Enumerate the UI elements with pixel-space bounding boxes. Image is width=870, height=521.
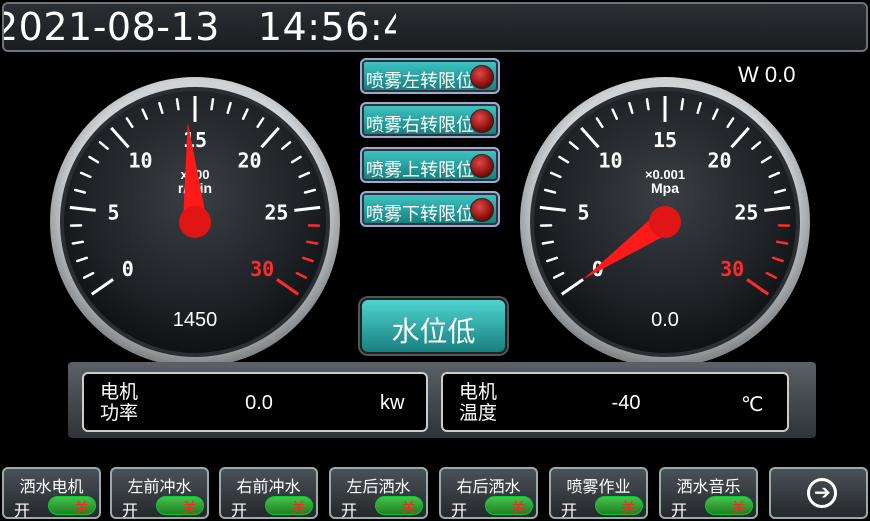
toggle-rear-right-spray[interactable]: 右后洒水 开 关: [439, 467, 538, 520]
gauge-tick-label: 20: [707, 149, 731, 173]
toggle-on-label: 开: [14, 501, 31, 520]
limit-spray-right[interactable]: 喷雾右转限位: [360, 102, 500, 138]
toggle-switch[interactable]: 关: [375, 496, 423, 517]
toggle-switch[interactable]: 关: [265, 496, 313, 517]
motor-temp-value: -40: [611, 392, 641, 414]
gauge-tick-label: 30: [250, 257, 274, 281]
gauge-minor-tick: [776, 240, 789, 245]
gauge-tick-label: 10: [598, 149, 622, 173]
toggle-on-label: 开: [341, 501, 358, 520]
pressure-gauge: 051015202530×0.001Mpa0.0: [519, 76, 811, 368]
datetime-display: 2021-08-13 14:56:40: [4, 7, 396, 47]
next-page-button[interactable]: ➔: [769, 467, 868, 519]
status-led-icon: [470, 109, 494, 133]
water-level-low-button[interactable]: 水位低: [360, 298, 507, 354]
toggle-front-right-flush[interactable]: 右前冲水 开 关: [219, 467, 318, 520]
gauge-tick-label: 20: [237, 149, 261, 173]
motor-power-name: 电机 功率: [100, 382, 138, 424]
gauge-readout: 0.0: [651, 309, 679, 331]
gauge-hub: [649, 206, 681, 238]
gauge-tick-label: 25: [734, 200, 758, 224]
toggle-rear-left-spray[interactable]: 左后洒水 开 关: [329, 467, 428, 520]
gauge-minor-tick: [645, 98, 650, 111]
toggle-off-label: 关: [290, 499, 306, 517]
time-text: 14:56:40: [257, 7, 396, 47]
toggle-front-left-flush[interactable]: 左前冲水 开 关: [110, 467, 209, 520]
toggle-title: 左前冲水: [127, 477, 192, 496]
limit-spray-left[interactable]: 喷雾左转限位: [360, 58, 500, 94]
toggle-off-label: 关: [181, 499, 197, 517]
toggle-title: 左后洒水: [346, 477, 411, 496]
motor-power-name-line2: 功率: [100, 402, 139, 424]
arrow-right-circle-icon: ➔: [807, 478, 837, 508]
gauge-minor-tick: [306, 240, 319, 245]
toggle-title: 喷雾作业: [566, 477, 631, 496]
toggle-off-label: 关: [400, 499, 416, 517]
gauge-minor-tick: [210, 98, 215, 111]
toggle-switch[interactable]: 关: [705, 496, 753, 517]
status-led-icon: [470, 198, 494, 222]
motor-power-name-line1: 电机: [100, 381, 139, 403]
toggle-switch[interactable]: 关: [48, 496, 96, 517]
toggle-title: 右前冲水: [236, 477, 301, 496]
toggle-off-label: 关: [620, 499, 636, 517]
gauge-tick-label: 0: [122, 257, 134, 281]
toggle-on-label: 开: [231, 501, 248, 520]
gauge-minor-tick: [680, 98, 685, 111]
toggle-switch[interactable]: 关: [595, 496, 643, 517]
water-level-label: 水位低: [391, 315, 476, 348]
gauge-minor-tick: [175, 98, 180, 111]
toggle-sprinkler-music[interactable]: 洒水音乐 开 关: [659, 467, 758, 520]
gauge-minor-tick: [541, 240, 554, 245]
gauge-tick-label: 25: [264, 200, 288, 224]
gauge-tick-label: 5: [108, 200, 120, 224]
toggle-title: 洒水音乐: [676, 477, 741, 496]
limit-spray-down[interactable]: 喷雾下转限位: [360, 191, 500, 227]
limit-label: 喷雾上转限位: [366, 160, 474, 181]
gauge-readout: 1450: [173, 309, 218, 331]
motor-temp-name: 电机 温度: [459, 382, 497, 424]
gauge-tick-label: 15: [653, 128, 677, 152]
toggle-title: 洒水电机: [19, 477, 84, 496]
motor-power-value: 0.0: [245, 392, 273, 414]
limit-label: 喷雾下转限位: [366, 204, 474, 225]
motor-temp-name-line2: 温度: [459, 402, 498, 424]
header-bar: 2021-08-13 14:56:40: [2, 2, 868, 52]
gauge-hub: [179, 206, 211, 238]
toggle-off-label: 关: [730, 499, 746, 517]
toggle-switch[interactable]: 关: [485, 496, 533, 517]
toggle-spray-operation[interactable]: 喷雾作业 开 关: [549, 467, 648, 520]
gauge-unit-line2: Mpa: [651, 180, 679, 196]
toggle-off-label: 关: [73, 499, 89, 517]
gauge-minor-tick: [71, 240, 84, 245]
status-led-icon: [470, 154, 494, 178]
toggle-switch[interactable]: 关: [156, 496, 204, 517]
toggle-on-label: 开: [671, 501, 688, 520]
gauge-tick-label: 30: [720, 257, 744, 281]
rpm-gauge: 051015202530x100r/min1450: [49, 76, 341, 368]
date-text: 2021-08-13: [4, 7, 220, 47]
pressure-gauge-svg: 051015202530×0.001Mpa0.0: [520, 77, 810, 367]
toggle-sprinkler-motor[interactable]: 洒水电机 开 关: [2, 467, 101, 520]
top-right-readout: W 0.0: [738, 62, 796, 87]
limit-spray-up[interactable]: 喷雾上转限位: [360, 147, 500, 183]
rpm-gauge-svg: 051015202530x100r/min1450: [50, 77, 340, 367]
gauge-tick-label: 10: [128, 149, 152, 173]
limit-label: 喷雾左转限位: [366, 71, 474, 92]
motor-temp-panel: 电机 温度 -40 ℃: [441, 372, 789, 432]
status-led-icon: [470, 65, 494, 89]
limit-label: 喷雾右转限位: [366, 115, 474, 136]
toggle-on-label: 开: [122, 501, 139, 520]
motor-power-unit: kw: [380, 392, 405, 414]
toggle-title: 右后洒水: [456, 477, 521, 496]
toggle-off-label: 关: [510, 499, 526, 517]
gauge-tick-label: 5: [578, 200, 590, 224]
motor-power-panel: 电机 功率 0.0 kw: [82, 372, 428, 432]
motor-temp-unit: ℃: [741, 394, 764, 416]
motor-temp-name-line1: 电机: [459, 381, 498, 403]
toggle-on-label: 开: [561, 501, 578, 520]
toggle-on-label: 开: [451, 501, 468, 520]
